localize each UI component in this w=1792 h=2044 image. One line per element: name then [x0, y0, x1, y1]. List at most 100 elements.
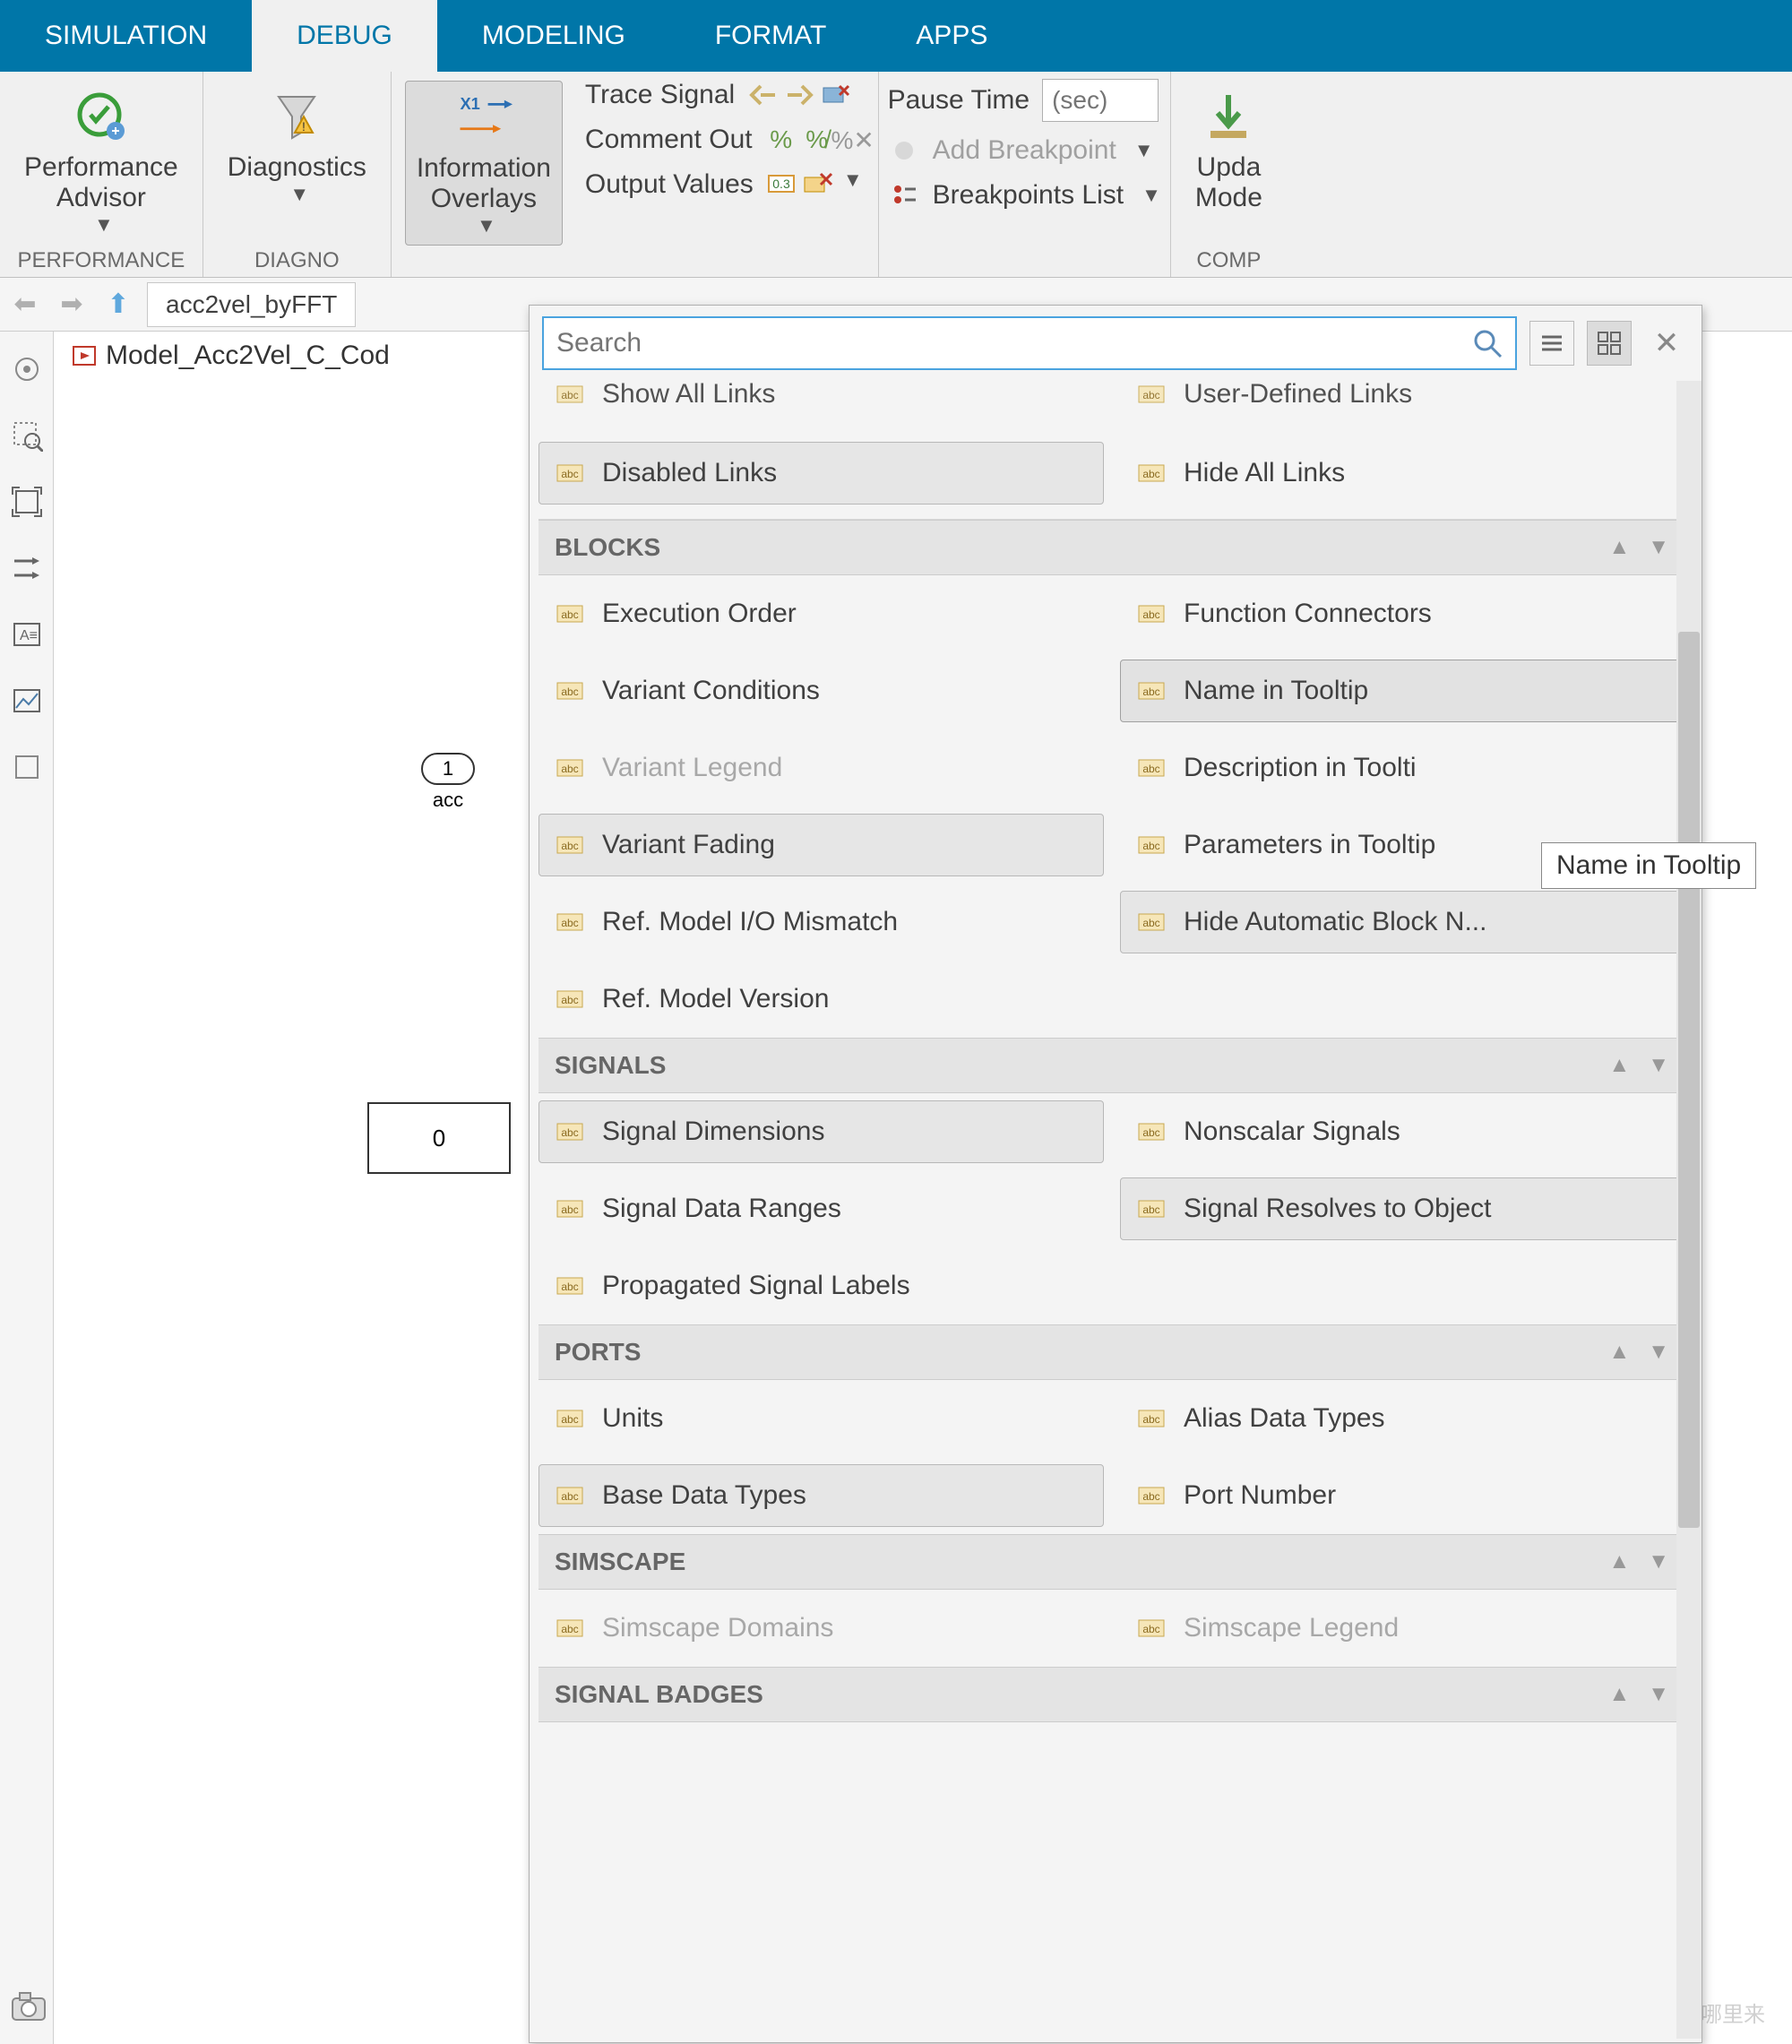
overlay-search-input[interactable] — [556, 328, 1472, 358]
image-icon[interactable] — [7, 681, 47, 720]
overlay-option[interactable]: abc Simscape Legend — [1120, 1597, 1685, 1660]
value-box-icon[interactable]: 0.3 — [766, 168, 798, 201]
overlay-option[interactable]: abc Units — [538, 1387, 1104, 1450]
option-icon: abc — [1135, 750, 1171, 786]
section-header[interactable]: SIGNAL BADGES ▲▼ — [538, 1667, 1685, 1722]
section-collapse-icons[interactable]: ▲▼ — [1608, 535, 1669, 560]
chevron-down-icon[interactable]: ▼ — [843, 168, 863, 201]
overlay-option[interactable]: abc Execution Order — [538, 582, 1104, 645]
output-values-button[interactable]: Output Values 0.3 ▼ — [585, 168, 869, 201]
trace-clear-icon[interactable] — [819, 79, 851, 111]
side-toolbar: A≡ — [0, 332, 54, 2044]
overlay-body: abc Show All Links abc User-Defined Link… — [530, 381, 1702, 2039]
percent-icon[interactable]: % — [765, 124, 797, 156]
overlay-option[interactable]: abc Function Connectors — [1120, 582, 1685, 645]
option-label: Variant Fading — [602, 830, 775, 860]
overlay-option[interactable]: abc Description in Toolti — [1120, 737, 1685, 799]
count-block[interactable]: 0 — [367, 1102, 511, 1174]
signal-lines-icon[interactable] — [7, 548, 47, 588]
section-title: PORTS — [555, 1338, 641, 1367]
tab-format[interactable]: FORMAT — [670, 0, 871, 72]
breakpoints-list-button[interactable]: Breakpoints List ▼ — [888, 179, 1161, 211]
overlay-option[interactable]: abc Disabled Links — [538, 442, 1104, 505]
comment-out-button[interactable]: Comment Out % %̸ %✕ — [585, 124, 869, 156]
annotation-icon[interactable]: A≡ — [7, 615, 47, 654]
pause-time-input[interactable] — [1042, 79, 1159, 122]
inport-block[interactable]: 1 acc — [421, 753, 475, 812]
block-icon[interactable] — [7, 747, 47, 787]
overlay-option[interactable]: abc Base Data Types — [538, 1464, 1104, 1527]
section-collapse-icons[interactable]: ▲▼ — [1608, 1340, 1669, 1365]
step-forward-icon[interactable] — [783, 79, 815, 111]
section-collapse-icons[interactable]: ▲▼ — [1608, 1549, 1669, 1574]
tab-debug[interactable]: DEBUG — [252, 0, 437, 72]
overlay-scrollbar[interactable] — [1676, 381, 1702, 2039]
percent-clear-icon[interactable]: %✕ — [837, 124, 869, 156]
overlay-option[interactable]: abc Variant Fading — [538, 814, 1104, 876]
section-header[interactable]: SIGNALS ▲▼ — [538, 1038, 1685, 1093]
percent-through-icon[interactable]: %̸ — [801, 124, 833, 156]
list-view-button[interactable] — [1529, 321, 1574, 366]
overlay-option[interactable]: abc Port Number — [1120, 1464, 1685, 1527]
overlay-option[interactable]: abc Alias Data Types — [1120, 1387, 1685, 1450]
overlay-option[interactable]: abc Ref. Model Version — [538, 968, 1119, 1031]
overlay-option[interactable]: abc Hide Automatic Block N... — [1120, 891, 1685, 953]
tab-modeling[interactable]: MODELING — [437, 0, 670, 72]
overlays-icon: X1 — [455, 89, 513, 146]
overlay-option[interactable]: abc Signal Data Ranges — [538, 1177, 1104, 1240]
information-overlays-button[interactable]: X1 Information Overlays ▼ — [405, 81, 563, 246]
overlay-search[interactable] — [542, 316, 1517, 370]
section-header[interactable]: SIMSCAPE ▲▼ — [538, 1534, 1685, 1590]
close-button[interactable]: ✕ — [1644, 321, 1689, 366]
option-icon: abc — [554, 981, 590, 1017]
add-breakpoint-button[interactable]: Add Breakpoint ▼ — [888, 134, 1161, 167]
tab-apps[interactable]: APPS — [871, 0, 1032, 72]
pause-time-row: Pause Time — [888, 79, 1161, 122]
overlay-option[interactable]: abc User-Defined Links — [1120, 381, 1685, 426]
svg-text:abc: abc — [561, 1413, 578, 1426]
section-header[interactable]: BLOCKS ▲▼ — [538, 520, 1685, 575]
svg-text:abc: abc — [1142, 917, 1159, 929]
svg-text:abc: abc — [561, 1623, 578, 1635]
overlay-option[interactable]: abc Variant Conditions — [538, 660, 1104, 722]
breadcrumb[interactable]: Model_Acc2Vel_C_Cod — [72, 341, 390, 371]
overlay-option[interactable]: abc Nonscalar Signals — [1120, 1100, 1685, 1163]
option-label: Units — [602, 1403, 663, 1434]
section-header[interactable]: PORTS ▲▼ — [538, 1324, 1685, 1380]
section-title: SIMSCAPE — [555, 1548, 685, 1576]
overlay-option[interactable]: abc Simscape Domains — [538, 1597, 1104, 1660]
tab-simulation[interactable]: SIMULATION — [0, 0, 252, 72]
camera-icon[interactable] — [9, 1987, 48, 2026]
section-collapse-icons[interactable]: ▲▼ — [1608, 1053, 1669, 1078]
overlay-option[interactable]: abc Show All Links — [538, 381, 1104, 426]
overlay-scroll-thumb[interactable] — [1678, 632, 1700, 1528]
overlay-option[interactable]: abc Ref. Model I/O Mismatch — [538, 891, 1104, 953]
step-back-icon[interactable] — [747, 79, 780, 111]
update-model-button[interactable]: Upda Mode — [1185, 81, 1273, 220]
overlay-option[interactable]: abc Hide All Links — [1120, 442, 1685, 505]
nav-back-icon[interactable]: ⬅ — [7, 287, 43, 323]
trace-signal-button[interactable]: Trace Signal — [585, 79, 869, 111]
trace-signal-label: Trace Signal — [585, 80, 735, 110]
overlay-option[interactable]: abc Propagated Signal Labels — [538, 1255, 1119, 1317]
search-icon — [1472, 328, 1503, 358]
overlay-option[interactable]: abc Signal Dimensions — [538, 1100, 1104, 1163]
value-clear-icon[interactable] — [802, 168, 834, 201]
target-icon[interactable] — [7, 349, 47, 389]
option-icon: abc — [554, 1191, 590, 1227]
grid-view-button[interactable] — [1587, 321, 1632, 366]
nav-forward-icon[interactable]: ➡ — [54, 287, 90, 323]
option-icon: abc — [1135, 1478, 1171, 1514]
zoom-area-icon[interactable] — [7, 416, 47, 455]
overlay-option[interactable]: abc Signal Resolves to Object — [1120, 1177, 1685, 1240]
diagnostics-button[interactable]: ! Diagnostics ▼ — [217, 81, 377, 213]
overlay-option[interactable]: abc Variant Legend — [538, 737, 1104, 799]
overlay-option[interactable]: abc Name in Tooltip — [1120, 660, 1685, 722]
breakpoint-dot-icon — [888, 134, 920, 167]
fit-view-icon[interactable] — [7, 482, 47, 522]
nav-up-icon[interactable]: ⬆ — [100, 287, 136, 323]
model-tab[interactable]: acc2vel_byFFT — [147, 282, 356, 327]
section-collapse-icons[interactable]: ▲▼ — [1608, 1682, 1669, 1707]
performance-advisor-button[interactable]: Performance Advisor ▼ — [13, 81, 189, 244]
update-model-label: Upda Mode — [1195, 152, 1262, 213]
